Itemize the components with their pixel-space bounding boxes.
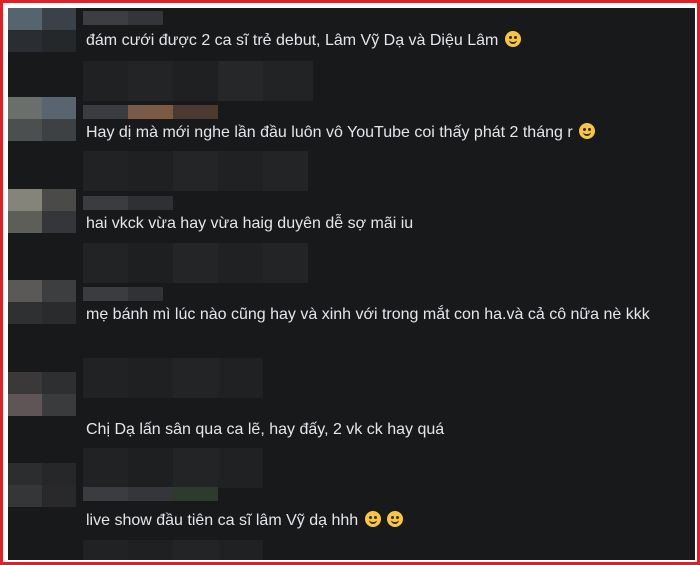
comment-actions-blurred [83, 61, 313, 101]
avatar[interactable] [8, 372, 76, 416]
avatar[interactable] [8, 189, 76, 233]
comment-text: Chị Dạ lấn sân qua ca lẽ, hay đấy, 2 vk … [86, 421, 445, 438]
screenshot-frame: đám cưới được 2 ca sĩ trẻ debut, Lâm Vỹ … [0, 0, 700, 565]
avatar[interactable] [8, 97, 76, 141]
comments-panel: đám cưới được 2 ca sĩ trẻ debut, Lâm Vỹ … [8, 8, 695, 560]
avatar[interactable] [8, 8, 76, 52]
comment-actions-blurred [83, 540, 263, 560]
commenter-name[interactable] [83, 105, 218, 119]
flushed-emoji [579, 123, 596, 139]
commenter-name[interactable] [83, 487, 218, 501]
comment-text: Hay dị mà mới nghe lần đầu luôn vô YouTu… [86, 122, 676, 144]
commenter-name[interactable] [83, 287, 163, 301]
comment-actions-blurred [83, 151, 308, 191]
comment-actions-blurred [83, 243, 308, 283]
laughing-emoji [387, 511, 404, 527]
comment-header-blurred [83, 358, 263, 398]
avatar[interactable] [8, 280, 76, 324]
commenter-name[interactable] [83, 11, 163, 25]
avatar[interactable] [8, 463, 76, 507]
comment-text: hai vkck vừa hay vừa haig duyên dễ sợ mã… [86, 215, 414, 232]
comment-actions-blurred [83, 448, 263, 488]
comment-text: live show đầu tiên ca sĩ lâm Vỹ dạ hhh [86, 510, 676, 532]
commenter-name[interactable] [83, 196, 173, 210]
comment-text: mẹ bánh mì lúc nào cũng hay và xinh với … [86, 306, 650, 323]
laughing-emoji [364, 511, 381, 527]
grinning-sweat-emoji [504, 31, 521, 47]
comment-text: đám cưới được 2 ca sĩ trẻ debut, Lâm Vỹ … [86, 30, 676, 52]
